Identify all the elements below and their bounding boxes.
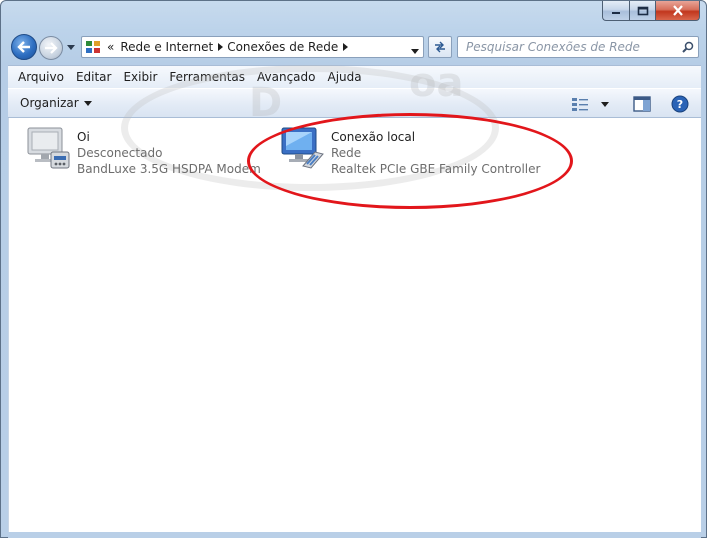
menu-exibir[interactable]: Exibir (117, 70, 163, 84)
connection-name: Conexão local (331, 130, 416, 144)
refresh-icon (435, 41, 445, 53)
address-overflow-button[interactable]: « (107, 40, 114, 54)
search-box[interactable]: Pesquisar Conexões de Rede (457, 36, 699, 58)
connection-device: Realtek PCIe GBE Family Controller (331, 162, 541, 176)
svg-text:?: ? (677, 98, 683, 111)
menu-ferramentas[interactable]: Ferramentas (163, 70, 251, 84)
connection-status: Desconectado (77, 146, 163, 160)
command-bar-right: ? (571, 95, 689, 113)
organize-label: Organizar (20, 96, 79, 110)
arrow-left-icon (17, 41, 30, 53)
caption-buttons (602, 1, 700, 21)
window-bottom-frame (8, 532, 701, 538)
connection-status: Rede (331, 146, 362, 160)
connections-list: oa D Oi Desconectado BandLuxe 3.5G HSDPA… (8, 60, 701, 532)
organize-button[interactable]: Organizar (20, 96, 92, 110)
menu-editar[interactable]: Editar (70, 70, 118, 84)
menu-avancado[interactable]: Avançado (251, 70, 321, 84)
search-input[interactable]: Pesquisar Conexões de Rede (458, 40, 678, 54)
connection-item-conexao-local[interactable]: Conexão local Rede Realtek PCIe GBE Fami… (279, 122, 540, 177)
command-bar: Organizar ? (8, 88, 701, 118)
minimize-button[interactable] (602, 1, 629, 21)
preview-pane-icon (633, 96, 651, 112)
menu-bar: Arquivo Editar Exibir Ferramentas Avança… (8, 65, 701, 88)
preview-pane-button[interactable] (633, 96, 651, 112)
modem-connection-icon (25, 122, 71, 172)
refresh-button[interactable] (428, 36, 452, 58)
connection-name: Oi (77, 130, 90, 144)
chevron-down-icon (67, 44, 75, 50)
chevron-down-icon (601, 101, 609, 107)
explorer-window: « Rede e Internet Conexões de Rede Pesqu… (0, 0, 707, 538)
view-options-icon (572, 98, 588, 111)
arrow-right-icon (45, 42, 58, 54)
close-button[interactable] (655, 1, 700, 21)
menu-arquivo[interactable]: Arquivo (12, 70, 70, 84)
address-bar[interactable]: « Rede e Internet Conexões de Rede (81, 36, 424, 58)
help-button[interactable]: ? (671, 95, 689, 113)
address-dropdown-icon[interactable] (411, 43, 419, 57)
lan-connection-icon (279, 122, 325, 172)
breadcrumb-rede-e-internet[interactable]: Rede e Internet (120, 40, 213, 54)
breadcrumb-separator-icon[interactable] (338, 43, 352, 51)
maximize-icon (637, 6, 648, 15)
connection-device: BandLuxe 3.5G HSDPA Modem (77, 162, 261, 176)
navigation-row: « Rede e Internet Conexões de Rede Pesqu… (7, 31, 702, 63)
back-button[interactable] (11, 34, 37, 60)
minimize-icon (612, 11, 620, 14)
view-dropdown-button[interactable] (601, 101, 609, 107)
recent-pages-button[interactable] (65, 41, 77, 53)
search-icon[interactable] (678, 41, 698, 53)
network-folder-icon (85, 39, 103, 55)
maximize-button[interactable] (629, 1, 655, 21)
breadcrumb-conexoes-de-rede[interactable]: Conexões de Rede (227, 40, 338, 54)
help-icon: ? (671, 95, 689, 113)
connection-item-oi[interactable]: Oi Desconectado BandLuxe 3.5G HSDPA Mode… (25, 122, 261, 177)
menu-ajuda[interactable]: Ajuda (322, 70, 368, 84)
forward-button[interactable] (39, 36, 63, 60)
chevron-down-icon (83, 100, 92, 106)
breadcrumb-separator-icon[interactable] (213, 43, 227, 51)
change-view-button[interactable] (571, 96, 591, 112)
close-icon (672, 5, 683, 16)
